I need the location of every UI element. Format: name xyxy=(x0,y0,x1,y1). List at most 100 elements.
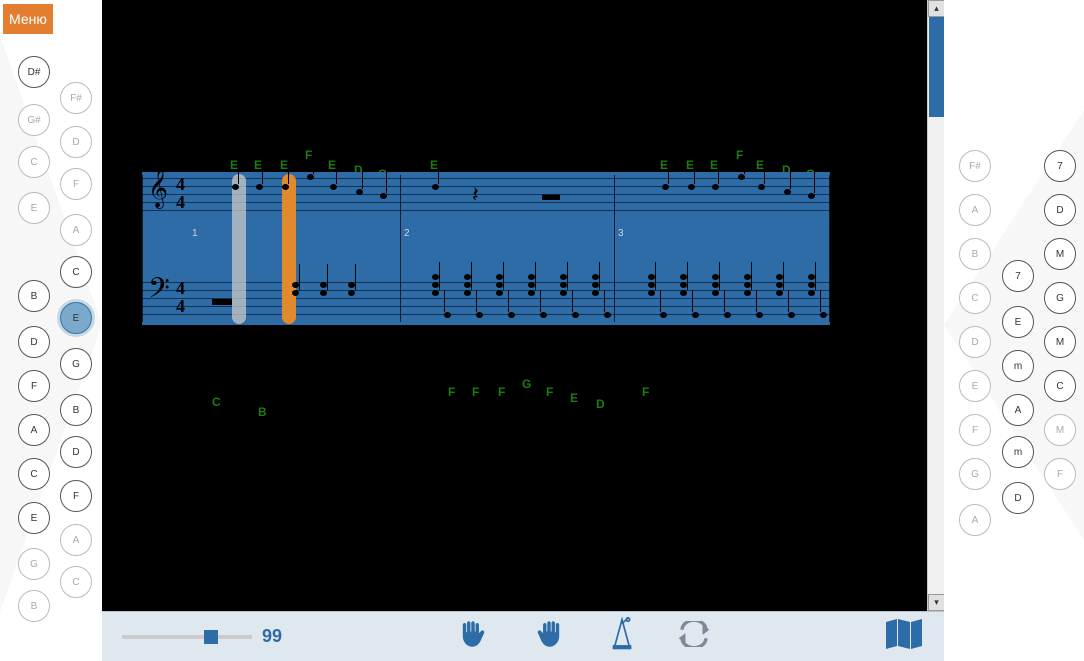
bar-number: 2 xyxy=(404,228,410,239)
right-key-E[interactable]: E xyxy=(959,370,991,402)
left-key-D[interactable]: D xyxy=(60,126,92,158)
right-key-E[interactable]: E xyxy=(1002,306,1034,338)
time-sig-top-bass: 4 xyxy=(176,280,185,296)
left-key-D[interactable]: D xyxy=(18,326,50,358)
left-key-G[interactable]: G xyxy=(18,548,50,580)
right-key-D[interactable]: D xyxy=(1002,482,1034,514)
bass-clef: 𝄢 xyxy=(148,274,170,312)
scroll-down-icon[interactable]: ▾ xyxy=(928,594,944,611)
view-map-button[interactable] xyxy=(884,618,924,655)
note-letter: F xyxy=(736,148,743,162)
right-key-M[interactable]: M xyxy=(1044,238,1076,270)
note-letter: G xyxy=(522,377,531,391)
note-letter: E xyxy=(570,391,578,405)
note-letter: E xyxy=(280,158,288,172)
right-key-F#[interactable]: F# xyxy=(959,150,991,182)
left-key-G#[interactable]: G# xyxy=(18,104,50,136)
left-key-B[interactable]: B xyxy=(18,590,50,622)
note-letter: E xyxy=(254,158,262,172)
left-key-B[interactable]: B xyxy=(18,280,50,312)
tempo-slider[interactable] xyxy=(122,635,252,639)
rest-icon: ▬ xyxy=(542,184,560,205)
note-letter: B xyxy=(258,405,267,419)
left-key-D#[interactable]: D# xyxy=(18,56,50,88)
left-key-D[interactable]: D xyxy=(60,436,92,468)
right-key-M[interactable]: M xyxy=(1044,326,1076,358)
right-key-7[interactable]: 7 xyxy=(1044,150,1076,182)
bar-number: 1 xyxy=(192,228,198,239)
left-hand-button[interactable] xyxy=(455,617,491,656)
note-letter: F xyxy=(498,385,505,399)
left-key-C[interactable]: C xyxy=(18,146,50,178)
note-letter: E xyxy=(686,158,694,172)
note-letter: F xyxy=(448,385,455,399)
right-key-A[interactable]: A xyxy=(959,194,991,226)
left-key-B[interactable]: B xyxy=(60,394,92,426)
left-key-E[interactable]: E xyxy=(60,302,92,334)
note-letter: E xyxy=(328,158,336,172)
note-letters-row2: CBFFFGFEDF xyxy=(142,395,830,425)
right-key-D[interactable]: D xyxy=(959,326,991,358)
scroll-thumb[interactable] xyxy=(929,17,944,117)
left-key-F[interactable]: F xyxy=(18,370,50,402)
left-key-C[interactable]: C xyxy=(18,458,50,490)
note-letter: C xyxy=(212,395,221,409)
left-key-F[interactable]: F xyxy=(60,480,92,512)
loop-button[interactable] xyxy=(677,621,711,652)
note-letter: E xyxy=(230,158,238,172)
note-letter: F xyxy=(642,385,649,399)
right-keyboard: F#7ADB7MCGEDMmECAFMmGFDA xyxy=(944,110,1084,540)
right-key-m[interactable]: m xyxy=(1002,350,1034,382)
right-key-B[interactable]: B xyxy=(959,238,991,270)
note-letter: F xyxy=(305,148,312,162)
right-key-D[interactable]: D xyxy=(1044,194,1076,226)
left-keyboard: D#F#G#DCFEACBEDGFBADCFEAGCB xyxy=(0,36,102,612)
left-key-A[interactable]: A xyxy=(18,414,50,446)
right-key-F[interactable]: F xyxy=(1044,458,1076,490)
right-key-F[interactable]: F xyxy=(959,414,991,446)
right-key-G[interactable]: G xyxy=(1044,282,1076,314)
staff-block: 𝄞 𝄢 4 4 4 4 1 2 3 ▬ 𝄽 ▬ xyxy=(142,172,830,325)
right-key-A[interactable]: A xyxy=(1002,394,1034,426)
vertical-scrollbar[interactable]: ▴ ▾ xyxy=(927,0,944,611)
bar-number: 3 xyxy=(618,228,624,239)
menu-button[interactable]: Меню xyxy=(3,4,53,34)
note-letter: E xyxy=(756,158,764,172)
right-key-C[interactable]: C xyxy=(959,282,991,314)
right-key-M[interactable]: M xyxy=(1044,414,1076,446)
note-letter: E xyxy=(430,158,438,172)
right-key-m[interactable]: m xyxy=(1002,436,1034,468)
tempo-slider-knob[interactable] xyxy=(204,630,218,644)
right-key-C[interactable]: C xyxy=(1044,370,1076,402)
note-letter: E xyxy=(710,158,718,172)
note-letter: E xyxy=(660,158,668,172)
time-sig-bot-bass: 4 xyxy=(176,298,185,314)
right-key-G[interactable]: G xyxy=(959,458,991,490)
right-hand-button[interactable] xyxy=(531,617,567,656)
scroll-up-icon[interactable]: ▴ xyxy=(928,0,944,17)
right-key-A[interactable]: A xyxy=(959,504,991,536)
left-key-A[interactable]: A xyxy=(60,524,92,556)
time-sig-bot: 4 xyxy=(176,194,185,210)
left-key-E[interactable]: E xyxy=(18,192,50,224)
score-area[interactable]: EEEFEDCEEEEFEDC 𝄞 𝄢 4 4 4 4 1 2 3 ▬ � xyxy=(102,0,944,611)
left-key-G[interactable]: G xyxy=(60,348,92,380)
left-key-E[interactable]: E xyxy=(18,502,50,534)
right-key-7[interactable]: 7 xyxy=(1002,260,1034,292)
note-letter: D xyxy=(596,397,605,411)
note-letter: F xyxy=(472,385,479,399)
start-marker[interactable] xyxy=(232,174,246,324)
tempo-value: 99 xyxy=(262,626,282,647)
left-key-C[interactable]: C xyxy=(60,256,92,288)
rest-icon: 𝄽 xyxy=(472,182,479,208)
tempo-control: 99 xyxy=(122,626,282,647)
treble-clef: 𝄞 xyxy=(148,170,168,208)
left-key-F#[interactable]: F# xyxy=(60,82,92,114)
left-key-F[interactable]: F xyxy=(60,168,92,200)
left-key-A[interactable]: A xyxy=(60,214,92,246)
time-sig-top: 4 xyxy=(176,176,185,192)
metronome-button[interactable] xyxy=(607,617,637,656)
left-key-C[interactable]: C xyxy=(60,566,92,598)
playhead-marker[interactable] xyxy=(282,174,296,324)
rest-icon: ▬ xyxy=(212,288,232,311)
